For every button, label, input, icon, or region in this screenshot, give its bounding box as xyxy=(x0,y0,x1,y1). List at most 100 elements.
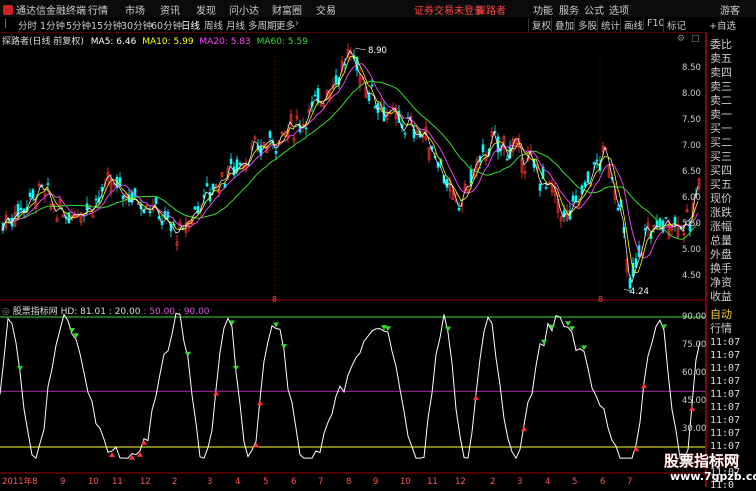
candle-body xyxy=(616,208,620,211)
tick-time: 11:07 xyxy=(710,415,741,426)
tab-daily[interactable]: 日线 xyxy=(181,18,200,32)
y-tick: 8.50 xyxy=(682,63,701,73)
x-tick-label: 12 xyxy=(455,477,466,487)
sell-signal-arrow xyxy=(569,326,575,332)
menu-bar: 通达信金融终端 行情 市场 资讯 发现 问小达 财富圈 交易 证券交易未登录 探… xyxy=(0,0,756,18)
chart-area: 2011年8 9 10 11 12 2 3 4 5 6 7 8 9 10 11 12 2 3 4 5 6 7 8.90 4… xyxy=(0,32,706,487)
candle-body xyxy=(238,162,242,165)
menu-function[interactable]: 功能 xyxy=(533,2,553,17)
x-tick-label: 7 xyxy=(318,477,323,487)
sell-signal-arrow xyxy=(17,366,23,372)
statistics-button[interactable]: 统计 xyxy=(597,18,620,32)
candle-body xyxy=(592,162,596,165)
settings-icon[interactable]: ⚙ xyxy=(677,34,685,44)
toolbar-grip-icon: | xyxy=(4,18,8,29)
stock-link[interactable]: 探路者 xyxy=(476,2,506,17)
menu-news[interactable]: 资讯 xyxy=(160,2,180,17)
tab-15min[interactable]: 15分钟 xyxy=(91,18,122,32)
sell-signal-arrow xyxy=(661,324,667,330)
watermark-title: 股票指标网 xyxy=(664,452,740,470)
ind-y-tick: 45.00 xyxy=(682,396,707,406)
login-notice[interactable]: 证券交易未登录 xyxy=(414,2,484,17)
x-tick-label: 4 xyxy=(235,477,240,487)
candle-body xyxy=(196,206,200,214)
menu-market[interactable]: 市场 xyxy=(125,2,145,17)
ind-y-tick: 30.00 xyxy=(682,424,707,434)
menu-wealth[interactable]: 财富圈 xyxy=(272,2,302,17)
sell-signal-arrow xyxy=(185,351,191,357)
tab-multi-period[interactable]: 多周期 xyxy=(248,18,277,32)
candle-body xyxy=(160,221,164,225)
x-tick-label: 7 xyxy=(627,477,632,487)
more-arrow-icon[interactable]: › xyxy=(295,18,299,29)
tab-more[interactable]: 更多 xyxy=(276,18,295,32)
ma-line xyxy=(1,80,699,240)
tab-monthly[interactable]: 月线 xyxy=(226,18,245,32)
candle-body xyxy=(148,210,152,214)
menu-service[interactable]: 服务 xyxy=(559,2,579,17)
menu-ask[interactable]: 问小达 xyxy=(229,2,259,17)
indicator-info: ◎ 股票指标网 HD: 81.01 : 20.00 : 50.00 : 90.0… xyxy=(2,304,210,317)
ind-y-tick: 60.00 xyxy=(682,368,707,378)
menu-formula[interactable]: 公式 xyxy=(584,2,604,17)
ma5-label: MA5: 6.46 xyxy=(90,37,137,47)
candle-body xyxy=(370,84,374,87)
candle-body xyxy=(457,207,461,211)
draw-line-button[interactable]: 画线 xyxy=(620,18,643,32)
candle-body xyxy=(595,159,599,162)
tick-time: 11:07 xyxy=(710,402,741,413)
menu-options[interactable]: 选项 xyxy=(609,2,629,17)
candle-body xyxy=(376,103,380,113)
x-tick-label: 12 xyxy=(140,477,151,487)
buy-signal-arrow xyxy=(689,405,695,411)
mark-button[interactable]: 标记 xyxy=(663,18,686,32)
candle-body xyxy=(229,158,233,165)
maximize-icon[interactable]: □ xyxy=(691,34,700,44)
y-tick: 6.50 xyxy=(682,167,701,177)
candle-body xyxy=(373,106,377,108)
candle-body xyxy=(403,132,407,135)
tab-30min[interactable]: 30分钟 xyxy=(121,18,152,32)
tab-1min[interactable]: 1分钟 xyxy=(40,18,65,32)
candle-body xyxy=(94,198,98,201)
x-tick-label: 2011年8 xyxy=(2,476,38,487)
tick-time: 11:07 xyxy=(710,428,741,439)
buy-signal-arrow xyxy=(257,400,263,406)
y-tick: 5.50 xyxy=(682,219,701,229)
x-axis: 2011年8 9 10 11 12 2 3 4 5 6 7 8 9 10 11 12 2 3 4 5 6 7 xyxy=(2,476,632,487)
toolbar-right: +自选 xyxy=(706,17,756,33)
buy-signal-arrow xyxy=(521,426,527,432)
menu-guest[interactable]: 游客 xyxy=(720,2,740,17)
add-favorite-button[interactable]: +自选 xyxy=(709,18,736,32)
x-tick-label: 10 xyxy=(88,477,99,487)
tab-weekly[interactable]: 周线 xyxy=(204,18,223,32)
watermark-logo: 股票指标网 www.7gpzb.com xyxy=(660,449,756,487)
x-tick-label: 4 xyxy=(545,477,550,487)
x-tick-label: 11 xyxy=(427,477,438,487)
menu-quotes[interactable]: 行情 xyxy=(88,2,108,17)
stock-title: 探路者(日线 前复权) xyxy=(2,37,84,47)
overlay-button[interactable]: 叠加 xyxy=(551,18,574,32)
logo-icon xyxy=(3,5,13,15)
menu-trade[interactable]: 交易 xyxy=(316,2,336,17)
candlesticks xyxy=(1,43,701,294)
f10-button[interactable]: F10 xyxy=(643,18,665,29)
tick-time: 11:07 xyxy=(710,363,741,374)
candle-body xyxy=(268,131,272,138)
tab-5min[interactable]: 5分钟 xyxy=(66,18,91,32)
main-chart-info: 探路者(日线 前复权) MA5: 6.46 MA10: 5.99 MA20: 5… xyxy=(2,34,308,47)
y-tick: 4.50 xyxy=(682,271,701,281)
adjust-button[interactable]: 复权 xyxy=(528,18,551,32)
multi-stock-button[interactable]: 多股 xyxy=(574,18,597,32)
candle-body xyxy=(121,195,125,200)
tab-60min[interactable]: 60分钟 xyxy=(151,18,182,32)
candle-body xyxy=(16,204,20,217)
high-label: 8.90 xyxy=(368,46,387,56)
x-tick-label: 6 xyxy=(600,477,605,487)
menu-discover[interactable]: 发现 xyxy=(196,2,216,17)
event-marker: 8 xyxy=(598,295,603,304)
buy-signal-arrow xyxy=(109,451,115,457)
tab-timeshare[interactable]: 分时 xyxy=(18,18,37,32)
app-logo: 通达信金融终端 xyxy=(3,2,86,17)
tick-time: 11:07 xyxy=(710,337,741,348)
